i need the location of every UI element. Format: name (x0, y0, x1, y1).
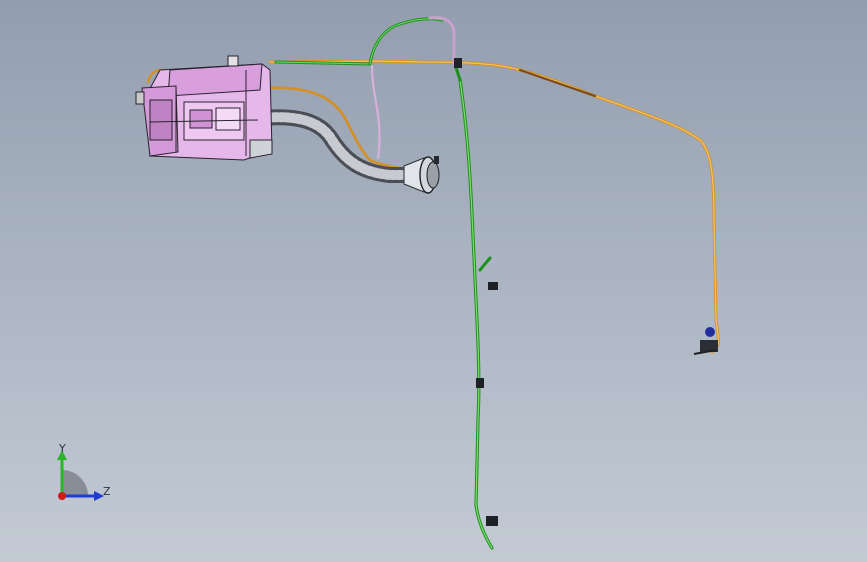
assembly-model[interactable] (0, 0, 867, 562)
pink-tube (370, 16, 456, 160)
y-axis-label: Y (59, 442, 66, 455)
green-harness[interactable] (274, 17, 494, 550)
coordinate-triad: Y Z (48, 440, 118, 510)
z-axis-label: Z (103, 485, 111, 498)
nozzle-connector[interactable] (693, 327, 718, 355)
filler-neck[interactable] (403, 156, 440, 194)
cad-viewport[interactable]: Y Z (0, 0, 867, 562)
